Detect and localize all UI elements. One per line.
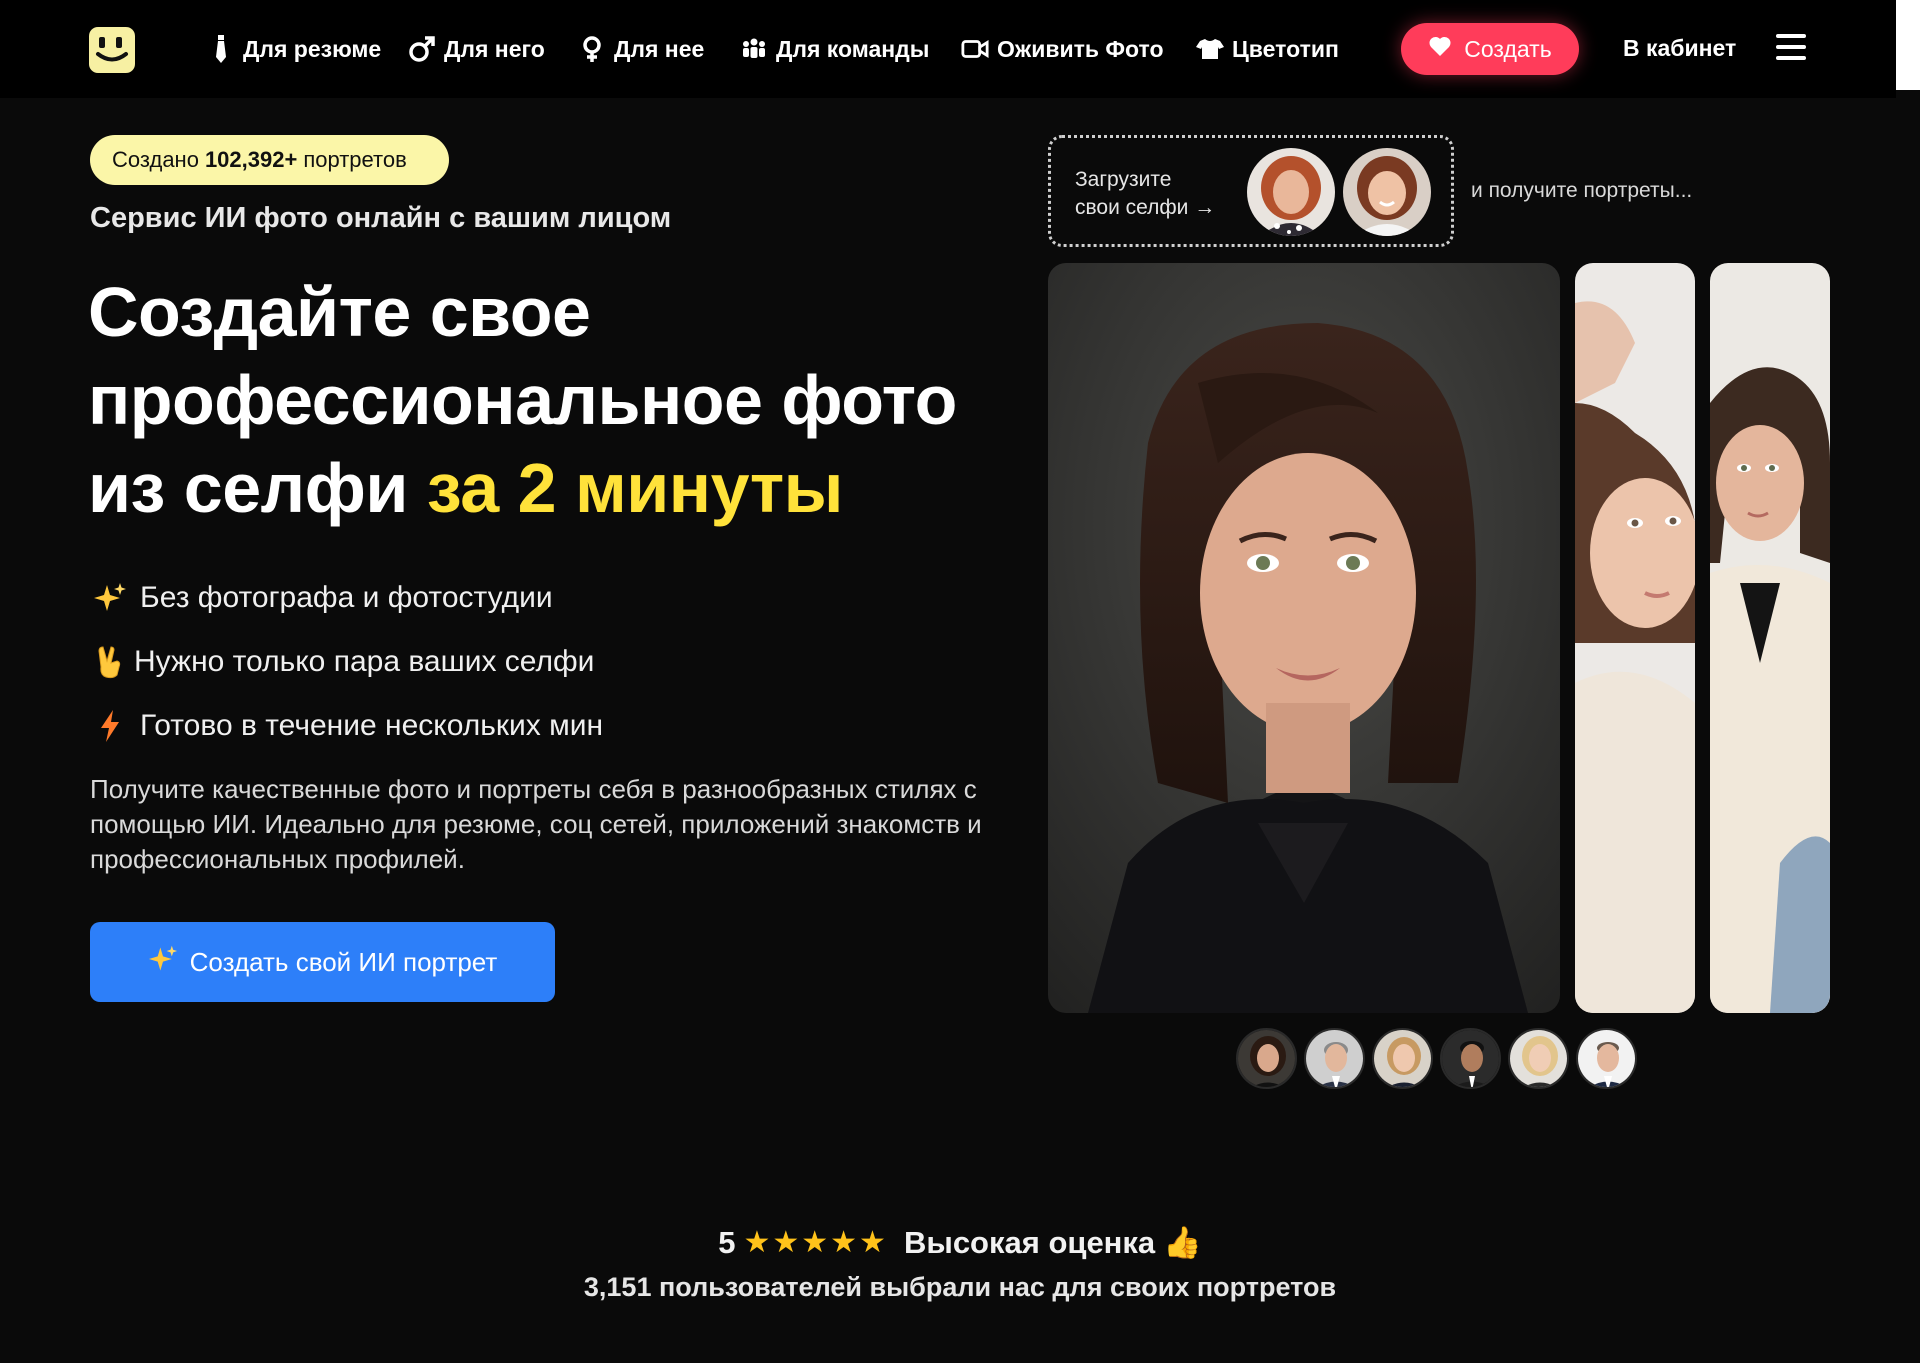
example-avatars bbox=[1236, 1028, 1637, 1090]
avatar[interactable] bbox=[1508, 1028, 1569, 1089]
avatar[interactable] bbox=[1576, 1028, 1637, 1089]
upload-line: Загрузите bbox=[1075, 168, 1172, 191]
feature-item: Без фотографа и фотостудии bbox=[92, 580, 553, 616]
upload-line: свои селфи → bbox=[1075, 196, 1216, 219]
feature-item: Нужно только пара ваших селфи bbox=[92, 644, 594, 680]
hero-headline: Создайте свое профессиональное фото из с… bbox=[88, 268, 988, 532]
nav-item-label: Для него bbox=[444, 35, 545, 62]
sparkles-icon bbox=[92, 580, 128, 616]
video-camera-icon bbox=[961, 35, 989, 63]
hero-subtitle: Сервис ИИ фото онлайн с вашим лицом bbox=[90, 202, 672, 234]
create-portrait-button[interactable]: Создать свой ИИ портрет bbox=[90, 922, 555, 1002]
create-button-label: Создать bbox=[1464, 35, 1552, 62]
male-icon bbox=[408, 35, 436, 63]
rating-stars: ★★★★★ bbox=[743, 1226, 888, 1259]
menu-icon[interactable] bbox=[1776, 34, 1806, 64]
selfie-thumbnail bbox=[1247, 148, 1335, 236]
portrait-main-image bbox=[1048, 263, 1560, 1013]
female-icon bbox=[578, 35, 606, 63]
nav-item-label: Оживить Фото bbox=[997, 35, 1164, 62]
rating-score: 5 bbox=[718, 1224, 736, 1260]
upload-selfies-box: Загрузите свои селфи → bbox=[1048, 135, 1454, 247]
nav-item-for-him[interactable]: Для него bbox=[408, 32, 545, 66]
victory-hand-icon bbox=[92, 644, 128, 680]
nav-item-label: Для резюме bbox=[243, 35, 382, 62]
portrait-side-image bbox=[1710, 263, 1830, 1013]
avatar[interactable] bbox=[1236, 1028, 1297, 1089]
rating-label: Высокая оценка bbox=[903, 1224, 1156, 1260]
badge-suffix: портретов bbox=[303, 147, 407, 172]
nav-item-label: Для команды bbox=[776, 35, 930, 62]
nav-item-team[interactable]: Для команды bbox=[740, 32, 929, 66]
feature-text: Без фотографа и фотостудии bbox=[140, 581, 553, 614]
badge-prefix: Создано bbox=[112, 147, 199, 172]
rating-line: 5 ★★★★★ Высокая оценка 👍 bbox=[0, 1224, 1920, 1262]
selfie-thumbnail bbox=[1343, 148, 1431, 236]
tie-icon bbox=[207, 35, 235, 63]
rating-subtext: 3,151 пользователей выбрали нас для свои… bbox=[583, 1272, 1337, 1302]
team-icon bbox=[740, 35, 768, 63]
nav-item-animate-photo[interactable]: Оживить Фото bbox=[961, 32, 1164, 66]
feature-text: Готово в течение нескольких мин bbox=[140, 709, 604, 742]
upload-text: Загрузите свои селфи → bbox=[1075, 166, 1215, 222]
headline-line: профессиональное фото bbox=[88, 361, 957, 439]
cabinet-link[interactable]: В кабинет bbox=[1623, 35, 1736, 62]
avatar[interactable] bbox=[1372, 1028, 1433, 1089]
portrait-side-image bbox=[1575, 263, 1695, 1013]
nav-item-resume[interactable]: Для резюме bbox=[207, 32, 381, 66]
logo-icon[interactable] bbox=[89, 27, 135, 73]
headline-line: Создайте свое bbox=[88, 273, 591, 351]
avatar[interactable] bbox=[1304, 1028, 1365, 1089]
feature-text: Нужно только пара ваших селфи bbox=[134, 645, 595, 678]
portraits-count-badge: Создано 102,392+ портретов bbox=[90, 135, 449, 185]
cta-label: Создать свой ИИ портрет bbox=[189, 946, 498, 977]
nav-item-color-type[interactable]: Цветотип bbox=[1196, 32, 1339, 66]
lightning-icon bbox=[92, 708, 128, 744]
upload-after-text: и получите портреты... bbox=[1471, 179, 1693, 202]
scrollbar[interactable] bbox=[1896, 0, 1920, 90]
nav-item-label: Цветотип bbox=[1232, 35, 1339, 62]
tshirt-icon bbox=[1196, 35, 1224, 63]
create-button[interactable]: Создать bbox=[1401, 23, 1579, 75]
headline-line: из селфи bbox=[88, 449, 408, 527]
avatar[interactable] bbox=[1440, 1028, 1501, 1089]
thumbs-up-icon: 👍 bbox=[1163, 1225, 1202, 1261]
nav-item-for-her[interactable]: Для нее bbox=[578, 32, 704, 66]
hero-description: Получите качественные фото и портреты се… bbox=[90, 774, 982, 874]
nav-item-label: Для нее bbox=[614, 35, 705, 62]
feature-item: Готово в течение нескольких мин bbox=[92, 708, 603, 744]
sparkles-icon bbox=[148, 944, 178, 981]
heart-icon bbox=[1428, 35, 1452, 63]
headline-highlight: за 2 минуты bbox=[426, 449, 844, 527]
badge-count: 102,392+ bbox=[204, 147, 298, 172]
top-navbar: Для резюме Для него Для нее Для команды … bbox=[0, 0, 1896, 98]
